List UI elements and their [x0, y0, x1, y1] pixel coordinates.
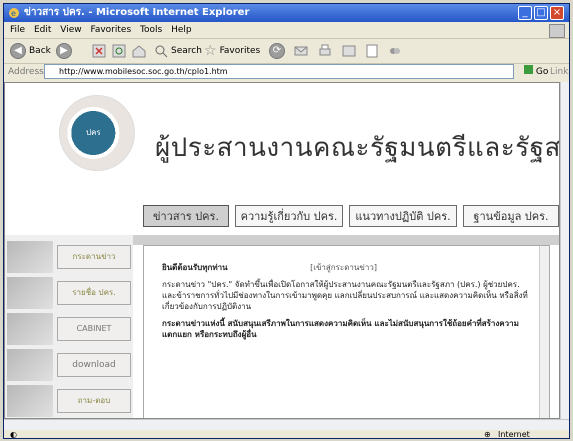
browser-window: e ข่าวสาร ปคร. - Microsoft Internet Expl…	[3, 3, 570, 439]
close-button[interactable]: ×	[550, 6, 564, 20]
messenger-icon	[390, 48, 400, 54]
favorites-label: Favorites	[219, 46, 261, 56]
article-panel: ยินดีต้อนรับทุกท่าน [เข้าสู่กระดานข่าว] …	[143, 245, 550, 418]
search-label: Search	[171, 46, 202, 56]
article-greeting: ยินดีต้อนรับทุกท่าน	[162, 263, 228, 272]
folder-image	[7, 349, 53, 381]
menu-bar: File Edit View Favorites Tools Help	[4, 22, 569, 38]
discuss-button[interactable]	[366, 42, 380, 60]
home-icon	[132, 45, 146, 58]
address-label: Address	[8, 67, 44, 77]
laptop-image	[7, 313, 53, 345]
page-status-icon: ◐	[10, 430, 17, 439]
discuss-icon	[366, 44, 378, 58]
address-url: http://www.mobilesoc.soc.go.th/cplo1.htm	[59, 67, 228, 76]
home-button[interactable]	[132, 42, 146, 60]
svg-text:e: e	[11, 9, 16, 18]
page-header: ปคร ผู้ประสานงานคณะรัฐมนตรีและรัฐสภา	[5, 83, 559, 195]
hands-image	[7, 277, 53, 309]
seal-logo: ปคร	[59, 95, 135, 171]
vertical-scrollbar[interactable]	[560, 82, 569, 419]
history-icon: ⟳	[269, 43, 285, 59]
horizontal-scrollbar[interactable]	[4, 419, 569, 430]
address-input[interactable]: http://www.mobilesoc.soc.go.th/cplo1.htm	[44, 64, 514, 79]
tab-knowledge[interactable]: ความรู้เกี่ยวกับ ปคร.	[235, 205, 343, 227]
history-button[interactable]: ⟳	[269, 42, 285, 60]
go-arrow-icon	[524, 65, 533, 74]
status-bar: ◐ ⊕ Internet	[4, 430, 569, 439]
edit-button[interactable]	[342, 42, 356, 60]
menu-file[interactable]: File	[10, 22, 25, 38]
messenger-button[interactable]	[388, 42, 402, 60]
menu-edit[interactable]: Edit	[34, 22, 51, 38]
nav-qa-label: ถาม-ตอบ	[57, 389, 131, 413]
globe-icon: ⊕	[484, 430, 491, 439]
typing-hands-image	[7, 241, 53, 273]
stop-icon	[92, 44, 106, 58]
forward-button[interactable]: ▶	[56, 42, 72, 60]
stop-button[interactable]	[92, 42, 106, 60]
seal-text: ปคร	[86, 128, 101, 137]
window-title: ข่าวสาร ปคร. - Microsoft Internet Explor…	[24, 7, 250, 18]
back-button[interactable]: ◀ Back	[10, 42, 51, 60]
mail-icon	[294, 46, 308, 56]
page-content: ปคร ผู้ประสานงานคณะรัฐมนตรีและรัฐสภา ข่า…	[4, 82, 560, 419]
board-link[interactable]: [เข้าสู่กระดานข่าว]	[310, 263, 377, 272]
title-bar: e ข่าวสาร ปคร. - Microsoft Internet Expl…	[4, 4, 569, 22]
phone-image	[7, 385, 53, 417]
menu-view[interactable]: View	[60, 22, 81, 38]
go-label: Go	[535, 67, 549, 77]
address-bar: Address http://www.mobilesoc.soc.go.th/c…	[4, 63, 569, 81]
print-button[interactable]	[318, 42, 332, 60]
print-icon	[319, 44, 331, 56]
links-label[interactable]: Links	[550, 63, 569, 81]
tab-guidelines[interactable]: แนวทางปฏิบัติ ปคร.	[349, 205, 457, 227]
nav-cabinet-label: CABINET	[57, 317, 131, 341]
article-body: ยินดีต้อนรับทุกท่าน [เข้าสู่กระดานข่าว] …	[162, 262, 532, 346]
article-scrollbar[interactable]	[539, 246, 549, 418]
nav-list-label: รายชื่อ ปคร.	[57, 281, 131, 305]
article-paragraph-2: กระดานข่าวแห่งนี้ สนับสนุนเสรีภาพในการแส…	[162, 319, 519, 339]
menu-help[interactable]: Help	[171, 22, 192, 38]
tab-news[interactable]: ข่าวสาร ปคร.	[143, 205, 229, 227]
favorites-button[interactable]: ☆ Favorites	[204, 42, 260, 60]
nav-download-label: download	[57, 353, 131, 377]
back-label: Back	[29, 46, 51, 56]
refresh-icon	[112, 44, 126, 58]
tab-database[interactable]: ฐานข้อมูล ปคร.	[463, 205, 559, 227]
menu-favorites[interactable]: Favorites	[90, 22, 131, 38]
page-heading: ผู้ประสานงานคณะรัฐมนตรีและรัฐสภา	[155, 133, 560, 163]
star-icon: ☆	[204, 43, 217, 59]
mail-button[interactable]	[294, 42, 308, 60]
refresh-button[interactable]	[112, 42, 126, 60]
back-arrow-icon: ◀	[10, 43, 26, 59]
left-nav: กระดานข่าว รายชื่อ ปคร. CABINET download…	[5, 235, 133, 418]
minimize-button[interactable]: _	[518, 6, 532, 20]
search-icon	[155, 45, 168, 58]
article-paragraph-1: กระดานข่าว "ปคร." จัดทำขึ้นเพื่อเปิดโอกา…	[162, 280, 528, 311]
nav-item-list[interactable]: รายชื่อ ปคร.	[5, 275, 133, 311]
windows-logo-icon	[549, 24, 565, 38]
menu-tools[interactable]: Tools	[140, 22, 162, 38]
ie-logo-icon: e	[9, 8, 19, 18]
nav-item-cabinet[interactable]: CABINET	[5, 311, 133, 347]
search-button[interactable]: Search	[154, 42, 202, 60]
go-button[interactable]: Go	[524, 63, 548, 81]
nav-item-board[interactable]: กระดานข่าว	[5, 239, 133, 275]
nav-item-qa[interactable]: ถาม-ตอบ	[5, 383, 133, 418]
edit-icon	[342, 45, 356, 57]
zone-label: Internet	[498, 430, 530, 439]
nav-item-download[interactable]: download	[5, 347, 133, 383]
tab-bar: ข่าวสาร ปคร. ความรู้เกี่ยวกับ ปคร. แนวทา…	[5, 195, 559, 235]
toolbar: ◀ Back ▶ Search ☆ Favorites ⟳	[4, 38, 569, 64]
maximize-button[interactable]: □	[534, 6, 548, 20]
divider-band	[133, 235, 559, 245]
forward-arrow-icon: ▶	[56, 43, 72, 59]
nav-board-label: กระดานข่าว	[57, 245, 131, 269]
